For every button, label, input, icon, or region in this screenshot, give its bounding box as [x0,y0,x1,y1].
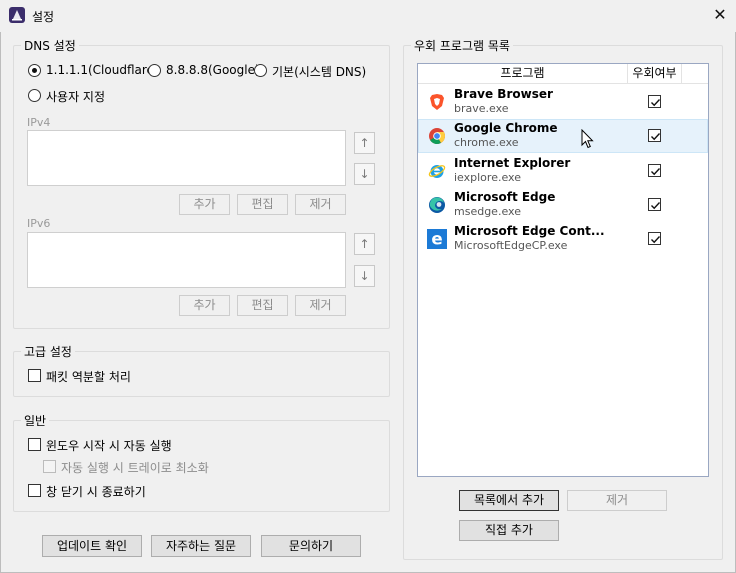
minimize-tray-label[interactable]: 자동 실행 시 트레이로 최소화 [61,459,209,476]
ipv6-edit-button[interactable]: 편집 [237,295,288,316]
radio-google[interactable] [148,64,161,77]
general-label: 일반 [21,412,50,429]
chrome-icon [429,128,445,144]
radio-google-label[interactable]: 8.8.8.8(Google) [166,63,260,77]
list-item-edge[interactable]: Microsoft Edge msedge.exe [418,188,708,222]
program-name: Internet Explorer [454,156,571,170]
ipv6-move-up-button[interactable]: ↑ [354,233,375,255]
window-title: 설정 [32,10,55,24]
app-icon [9,7,25,23]
exit-on-close-label[interactable]: 창 닫기 시 종료하기 [46,483,146,500]
autostart-label[interactable]: 윈도우 시작 시 자동 실행 [46,437,172,454]
ipv4-add-button[interactable]: 추가 [179,194,230,215]
ipv4-move-down-button[interactable]: ↓ [354,163,375,185]
internet-explorer-icon [428,165,446,178]
remove-program-button[interactable]: 제거 [567,490,667,511]
program-name: Google Chrome [454,121,558,135]
bypass-checkbox[interactable] [648,129,661,142]
bypass-checkbox[interactable] [648,95,661,108]
program-exe: iexplore.exe [454,171,521,184]
list-item-chrome[interactable]: Google Chrome chrome.exe [418,119,708,153]
ipv6-label: IPv6 [27,217,51,230]
title-bar: 설정 ✕ [0,0,736,32]
list-item-internet-explorer[interactable]: Internet Explorer iexplore.exe [418,154,708,188]
program-name: Microsoft Edge [454,190,556,204]
ipv4-remove-button[interactable]: 제거 [295,194,346,215]
minimize-tray-checkbox[interactable] [43,460,56,473]
column-header-bypass[interactable]: 우회여부 [628,64,682,84]
advanced-settings-label: 고급 설정 [21,343,75,360]
ipv6-add-button[interactable]: 추가 [179,295,230,316]
autostart-checkbox[interactable] [28,438,41,451]
bypass-checkbox[interactable] [648,232,661,245]
radio-cloudflare[interactable] [28,64,41,77]
dns-settings-label: DNS 설정 [21,37,79,54]
update-check-button[interactable]: 업데이트 확인 [42,535,142,557]
ipv4-edit-button[interactable]: 편집 [237,194,288,215]
edge-icon [429,197,445,213]
add-from-list-button[interactable]: 목록에서 추가 [459,490,559,511]
bypass-programs-label: 우회 프로그램 목록 [411,37,513,54]
bypass-program-list[interactable]: 프로그램 우회여부 Brave Browser brave.exe Google… [417,63,709,477]
program-name: Brave Browser [454,87,553,101]
program-exe: brave.exe [454,102,509,115]
ipv4-list[interactable] [27,130,346,186]
brave-icon [430,94,444,110]
svg-text:e: e [431,230,442,249]
add-direct-button[interactable]: 직접 추가 [459,520,559,541]
program-exe: msedge.exe [454,205,521,218]
program-exe: MicrosoftEdgeCP.exe [454,239,568,252]
bypass-checkbox[interactable] [648,198,661,211]
radio-custom-label[interactable]: 사용자 지정 [46,88,105,105]
radio-system-dns-label[interactable]: 기본(시스템 DNS) [272,63,366,80]
radio-cloudflare-label[interactable]: 1.1.1.1(Cloudflare) [46,63,159,77]
bypass-checkbox[interactable] [648,164,661,177]
ipv6-list[interactable] [27,232,346,288]
program-exe: chrome.exe [454,136,519,149]
column-header-program[interactable]: 프로그램 [418,64,628,84]
program-name: Microsoft Edge Cont... [454,224,605,238]
contact-button[interactable]: 문의하기 [261,535,361,557]
radio-custom[interactable] [28,89,41,102]
list-header: 프로그램 우회여부 [418,64,708,84]
list-item-edge-content[interactable]: e Microsoft Edge Cont... MicrosoftEdgeCP… [418,222,708,256]
exit-on-close-checkbox[interactable] [28,484,41,497]
packet-reverse-label[interactable]: 패킷 역분할 처리 [46,368,131,385]
ipv6-remove-button[interactable]: 제거 [295,295,346,316]
ipv4-move-up-button[interactable]: ↑ [354,132,375,154]
close-icon[interactable]: ✕ [707,4,733,26]
list-item-brave[interactable]: Brave Browser brave.exe [418,85,708,119]
ipv6-move-down-button[interactable]: ↓ [354,265,375,287]
faq-button[interactable]: 자주하는 질문 [151,535,251,557]
packet-reverse-checkbox[interactable] [28,369,41,382]
radio-system-dns[interactable] [254,64,267,77]
ipv4-label: IPv4 [27,116,51,129]
mouse-cursor-icon [581,129,594,149]
edge-legacy-icon: e [427,229,447,249]
